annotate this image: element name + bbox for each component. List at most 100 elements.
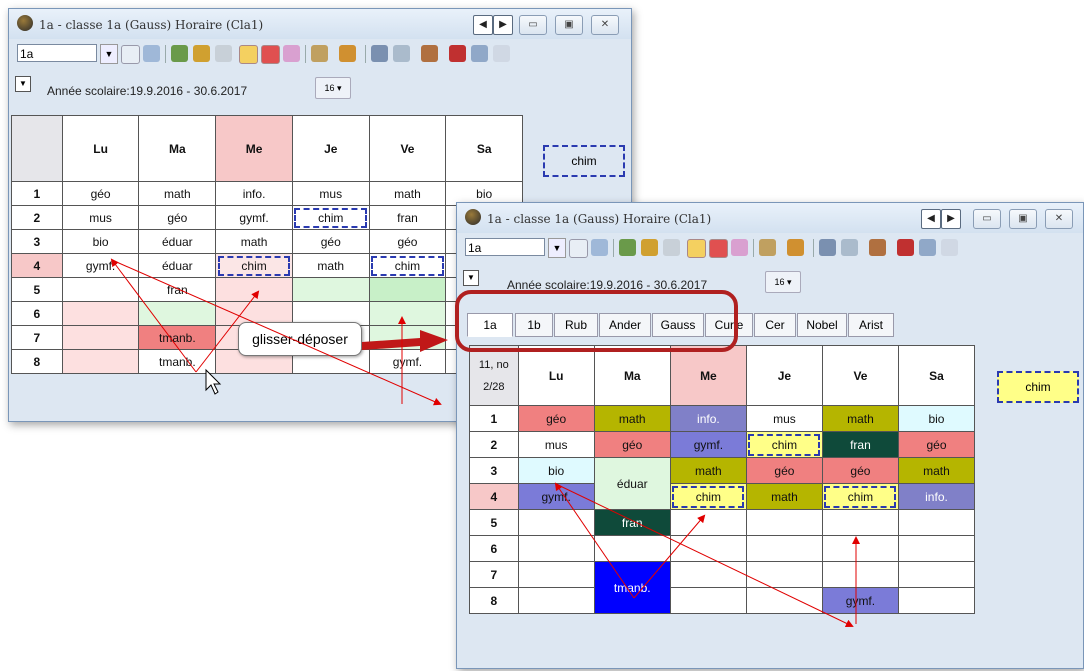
lesson-cell[interactable]: géo — [291, 229, 370, 254]
edit-icon[interactable] — [239, 45, 258, 64]
chevron-down-icon[interactable]: ▼ — [463, 270, 479, 286]
lesson-cell[interactable]: fran — [368, 205, 447, 230]
lesson-cell[interactable] — [61, 277, 140, 302]
close-button[interactable]: ✕ — [591, 15, 619, 35]
tab-cer[interactable]: Cer — [754, 313, 796, 337]
lesson-cell[interactable] — [517, 535, 595, 562]
undo-icon[interactable] — [215, 45, 232, 62]
lesson-cell[interactable]: géo — [897, 431, 976, 458]
lock-icon[interactable] — [641, 239, 658, 256]
lesson-cell[interactable]: chim — [291, 205, 370, 230]
prev-icon[interactable]: ◀ — [473, 15, 493, 35]
lesson-cell[interactable]: fran — [138, 277, 217, 302]
edit-icon[interactable] — [687, 239, 706, 258]
lesson-cell[interactable]: math — [138, 181, 217, 206]
teachers-icon[interactable] — [421, 45, 438, 62]
lesson-cell[interactable]: mus — [745, 405, 823, 432]
settings-icon[interactable] — [311, 45, 328, 62]
lesson-cell[interactable]: gymf. — [669, 431, 747, 458]
lesson-cell[interactable]: math — [593, 405, 671, 432]
lesson-cell[interactable]: math — [821, 405, 899, 432]
tab-nobel[interactable]: Nobel — [797, 313, 847, 337]
lesson-cell[interactable]: fran — [593, 509, 671, 536]
print-icon[interactable] — [471, 45, 488, 62]
chevron-down-icon[interactable]: ▼ — [548, 238, 566, 258]
title-bar[interactable]: 1a - classe 1a (Gauss) Horaire (Cla1) ◀ … — [9, 9, 631, 39]
lesson-cell[interactable]: bio — [517, 457, 595, 484]
people-icon[interactable] — [731, 239, 748, 256]
lesson-cell[interactable]: mus — [517, 431, 595, 458]
lesson-cell[interactable]: géo — [368, 229, 447, 254]
lesson-cell[interactable]: math — [669, 457, 747, 484]
lesson-cell[interactable] — [669, 509, 747, 536]
lesson-cell[interactable] — [897, 509, 976, 536]
lesson-cell[interactable]: info. — [215, 181, 293, 206]
grid-icon[interactable] — [143, 45, 160, 62]
lesson-cell[interactable] — [61, 349, 140, 374]
lesson-cell[interactable]: éduar — [138, 253, 217, 278]
chevron-down-icon[interactable]: ▼ — [100, 44, 118, 64]
lesson-cell[interactable] — [745, 561, 823, 588]
grid-icon[interactable] — [591, 239, 608, 256]
lesson-cell[interactable] — [745, 587, 823, 614]
settings-icon[interactable] — [759, 239, 776, 256]
close-button[interactable]: ✕ — [1045, 209, 1073, 229]
class-select[interactable]: 1a — [17, 44, 97, 62]
lesson-cell[interactable]: gymf. — [61, 253, 140, 278]
calendar-icon[interactable]: 16 ▾ — [315, 77, 351, 99]
lesson-cell[interactable] — [138, 301, 217, 326]
minimize-button[interactable]: ▭ — [973, 209, 1001, 229]
lesson-cell[interactable] — [517, 509, 595, 536]
traffic-light-icon[interactable] — [897, 239, 914, 256]
lesson-cell[interactable]: math — [368, 181, 447, 206]
gear-icon[interactable] — [787, 239, 804, 256]
lesson-cell[interactable]: gymf. — [215, 205, 293, 230]
people-icon[interactable] — [283, 45, 300, 62]
lesson-cell[interactable] — [517, 587, 595, 614]
lesson-cell[interactable]: info. — [669, 405, 747, 432]
lesson-cell[interactable]: bio — [897, 405, 976, 432]
lesson-cell[interactable]: chim — [368, 253, 447, 278]
lesson-cell[interactable]: géo — [821, 457, 899, 484]
teachers-icon[interactable] — [869, 239, 886, 256]
lesson-cell[interactable]: math — [215, 229, 293, 254]
lesson-cell[interactable] — [61, 301, 140, 326]
title-bar[interactable]: 1a - classe 1a (Gauss) Horaire (Cla1) ◀ … — [457, 203, 1083, 233]
calendar-icon[interactable]: 16 ▾ — [765, 271, 801, 293]
lesson-cell[interactable] — [517, 561, 595, 588]
lesson-cell[interactable] — [368, 277, 447, 302]
lesson-cell[interactable] — [593, 535, 671, 562]
undo-icon[interactable] — [663, 239, 680, 256]
lesson-cell[interactable]: chim — [821, 483, 899, 510]
lesson-cell[interactable] — [669, 561, 747, 588]
lesson-cell[interactable]: bio — [61, 229, 140, 254]
lesson-cell[interactable]: fran — [821, 431, 899, 458]
lesson-cell[interactable] — [215, 277, 293, 302]
rooms-icon[interactable] — [819, 239, 836, 256]
lesson-cell[interactable]: géo — [593, 431, 671, 458]
lesson-cell[interactable]: tmanb. — [593, 561, 671, 614]
lesson-cell[interactable]: chim — [669, 483, 747, 510]
lesson-cell[interactable] — [745, 509, 823, 536]
lesson-cell[interactable] — [897, 561, 976, 588]
lesson-cell[interactable]: géo — [138, 205, 217, 230]
lesson-cell[interactable] — [897, 587, 976, 614]
maximize-button[interactable]: ▣ — [555, 15, 583, 35]
next-icon[interactable]: ▶ — [941, 209, 961, 229]
spin-icon[interactable] — [121, 45, 140, 64]
maximize-button[interactable]: ▣ — [1009, 209, 1037, 229]
lesson-cell[interactable]: info. — [897, 483, 976, 510]
lesson-cell[interactable] — [669, 535, 747, 562]
next-icon[interactable]: ▶ — [493, 15, 513, 35]
lesson-cell[interactable] — [291, 277, 370, 302]
list-icon[interactable] — [393, 45, 410, 62]
print-icon[interactable] — [919, 239, 936, 256]
lesson-cell[interactable] — [61, 325, 140, 350]
lesson-cell[interactable] — [897, 535, 976, 562]
lesson-cell[interactable]: gymf. — [368, 349, 447, 374]
lesson-cell[interactable]: éduar — [593, 457, 671, 510]
export-icon[interactable] — [171, 45, 188, 62]
lesson-cell[interactable]: math — [897, 457, 976, 484]
search-icon[interactable] — [261, 45, 280, 64]
lesson-cell[interactable]: géo — [517, 405, 595, 432]
